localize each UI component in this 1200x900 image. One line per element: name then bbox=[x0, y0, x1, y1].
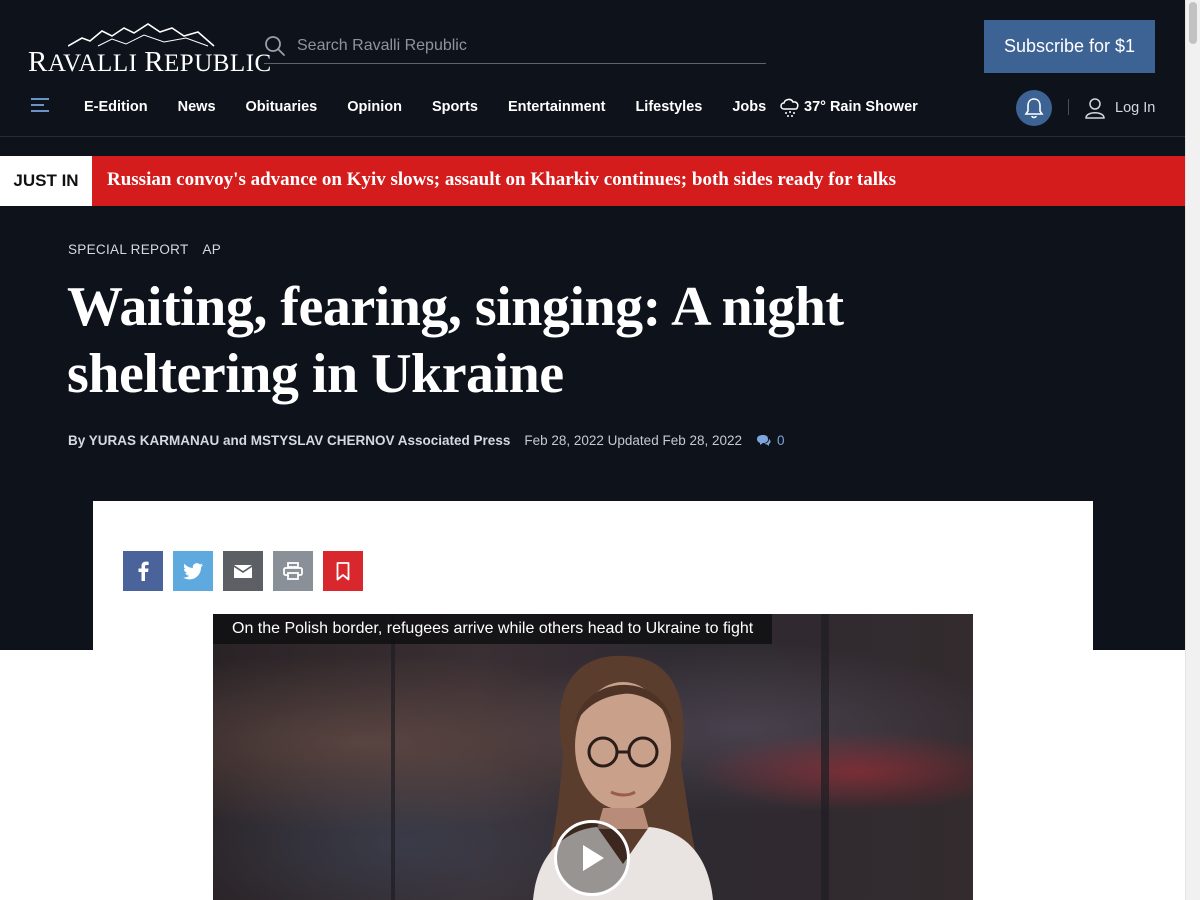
article-kicker: SPECIAL REPORT AP bbox=[68, 242, 235, 257]
print-button[interactable] bbox=[273, 551, 313, 591]
nav-item-news[interactable]: News bbox=[178, 99, 216, 115]
logo-wordmark: RAVALLI REPUBLIC bbox=[28, 46, 272, 78]
share-facebook-button[interactable] bbox=[123, 551, 163, 591]
weather-widget[interactable]: 37° Rain Shower bbox=[778, 96, 918, 118]
login-label: Log In bbox=[1115, 100, 1156, 116]
comment-count: 0 bbox=[777, 433, 785, 448]
search-bar[interactable]: Search Ravalli Republic bbox=[264, 30, 766, 64]
login-link[interactable]: Log In bbox=[1085, 97, 1155, 119]
share-email-button[interactable] bbox=[223, 551, 263, 591]
author-names: By YURAS KARMANAU and MSTYSLAV CHERNOV A… bbox=[68, 433, 511, 448]
weather-text: 37° Rain Shower bbox=[804, 99, 918, 115]
scrollbar-thumb[interactable] bbox=[1189, 2, 1197, 44]
nav-item-sports[interactable]: Sports bbox=[432, 99, 478, 115]
play-button[interactable] bbox=[554, 820, 630, 896]
video-player[interactable]: On the Polish border, refugees arrive wh… bbox=[213, 614, 973, 900]
email-icon bbox=[234, 565, 252, 578]
user-icon bbox=[1085, 98, 1105, 119]
page-scrollbar[interactable] bbox=[1185, 0, 1200, 900]
rain-cloud-icon bbox=[780, 98, 799, 117]
share-twitter-button[interactable] bbox=[173, 551, 213, 591]
facebook-icon bbox=[138, 561, 149, 581]
bookmark-icon bbox=[336, 561, 350, 580]
hamburger-menu-icon[interactable] bbox=[31, 98, 49, 114]
bell-icon bbox=[1024, 98, 1044, 119]
breaking-news-bar: JUST IN Russian convoy's advance on Kyiv… bbox=[0, 156, 1185, 206]
mountain-logo-icon bbox=[68, 23, 215, 47]
just-in-label: JUST IN bbox=[0, 156, 92, 206]
site-logo[interactable]: RAVALLI REPUBLIC bbox=[28, 22, 271, 78]
notifications-button[interactable] bbox=[1016, 90, 1052, 126]
twitter-icon bbox=[183, 562, 203, 579]
nav-item-lifestyles[interactable]: Lifestyles bbox=[635, 99, 702, 115]
subscribe-button[interactable]: Subscribe for $1 bbox=[984, 20, 1155, 73]
publish-dates: Feb 28, 2022 Updated Feb 28, 2022 bbox=[524, 433, 743, 448]
nav-divider bbox=[1068, 99, 1069, 115]
play-icon bbox=[583, 845, 604, 871]
nav-item-entertainment[interactable]: Entertainment bbox=[508, 99, 606, 115]
breaking-news-headline[interactable]: Russian convoy's advance on Kyiv slows; … bbox=[107, 169, 896, 191]
article-byline: By YURAS KARMANAU and MSTYSLAV CHERNOV A… bbox=[68, 433, 785, 448]
bookmark-button[interactable] bbox=[323, 551, 363, 591]
nav-item-obituaries[interactable]: Obituaries bbox=[246, 99, 318, 115]
section-label[interactable]: SPECIAL REPORT bbox=[68, 242, 189, 257]
comments-icon bbox=[757, 435, 771, 446]
nav-item-opinion[interactable]: Opinion bbox=[347, 99, 402, 115]
source-label[interactable]: AP bbox=[203, 242, 222, 257]
main-nav: E-Edition News Obituaries Opinion Sports… bbox=[84, 99, 796, 115]
breaking-news-banner: Russian convoy's advance on Kyiv slows; … bbox=[92, 156, 1185, 206]
nav-divider-line bbox=[0, 136, 1185, 137]
share-toolbar bbox=[123, 551, 373, 591]
comments-link[interactable]: 0 bbox=[756, 433, 785, 448]
nav-item-jobs[interactable]: Jobs bbox=[732, 99, 766, 115]
article-headline: Waiting, fearing, singing: A night shelt… bbox=[67, 276, 844, 405]
print-icon bbox=[283, 562, 303, 580]
search-icon[interactable] bbox=[264, 35, 286, 57]
nav-item-e-edition[interactable]: E-Edition bbox=[84, 99, 148, 115]
video-caption: On the Polish border, refugees arrive wh… bbox=[213, 614, 773, 644]
search-input[interactable]: Search Ravalli Republic bbox=[297, 37, 467, 55]
